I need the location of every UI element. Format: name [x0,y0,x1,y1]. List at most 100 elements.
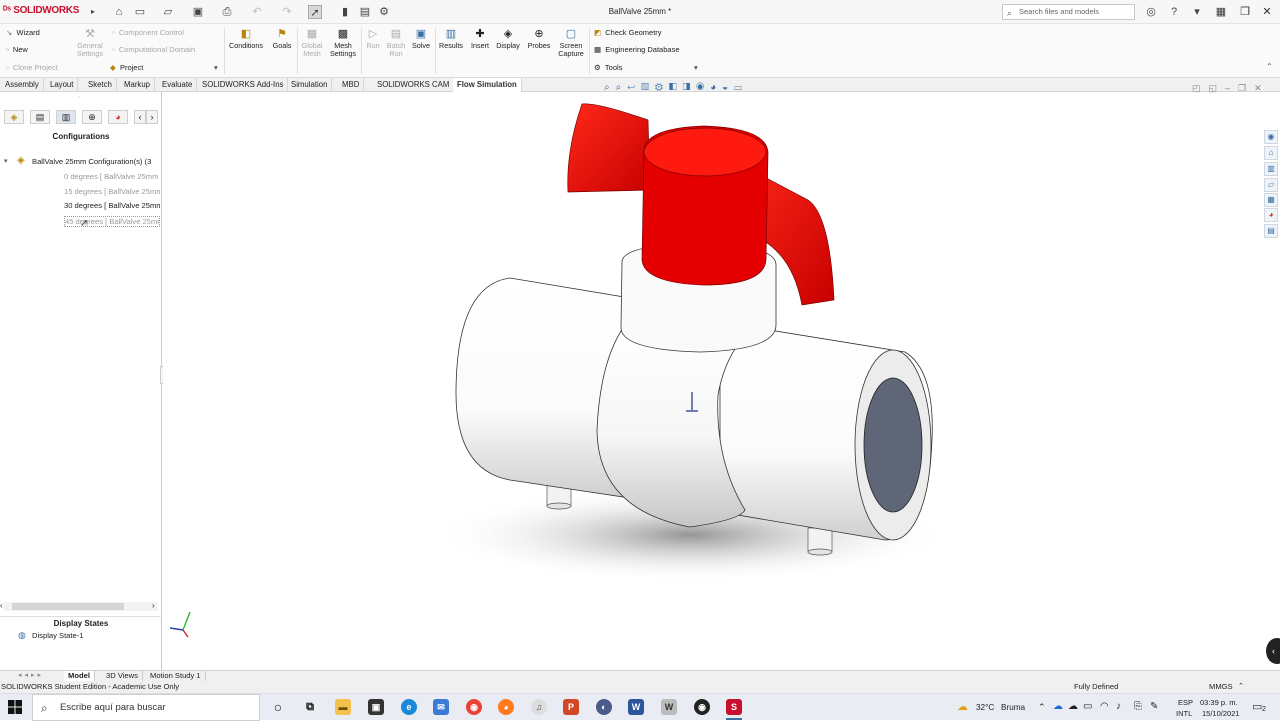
units-chevron-icon[interactable]: ⌃ [1238,681,1244,693]
solidworks-app-icon[interactable]: S [726,699,742,715]
property-manager-tab-icon[interactable]: ▤ [30,110,50,124]
search-input[interactable]: ⌕ Search files and models [1002,4,1135,20]
project-dropdown[interactable]: ◆ Project ▾ [110,63,218,72]
tab-sketch[interactable]: Sketch [84,78,117,92]
mesh-settings-button[interactable]: ▩ Mesh Settings [327,28,359,58]
check-geometry-button[interactable]: ◩ Check Geometry [594,28,662,37]
onedrive-icon[interactable]: ☁ [1053,701,1063,712]
close-window-icon[interactable]: ✕ [1258,3,1276,21]
config-item-15-degrees[interactable]: ⁺⁰✓15 degrees [ BallValve 25mm [64,187,160,196]
config-item-45-degrees[interactable]: ⁺⁰—45 degrees [ BallValve 25mm [64,216,160,227]
status-bar: SOLIDWORKS Student Edition - Academic Us… [0,681,1280,693]
keyboard-layout[interactable]: INTL [1176,709,1192,718]
pen-icon[interactable]: ✎ [1150,701,1158,712]
screen-capture-button[interactable]: ▢ Screen Capture [556,28,586,58]
windows-start-icon[interactable] [8,700,22,714]
panel-grip-icon[interactable]: ◦ [78,95,80,101]
network-icon[interactable]: ◠ [1100,701,1109,712]
language-code[interactable]: ESP [1178,698,1193,707]
help-icon[interactable]: ? [1167,5,1181,19]
obs-app-icon[interactable]: ◉ [694,699,710,715]
dimxpert-tab-icon[interactable]: ⊕ [82,110,102,124]
scroll-right-tab-icon[interactable]: › [146,110,158,124]
hscroll-right-icon[interactable]: › [152,601,155,610]
new-project-button[interactable]: ▫ New [6,45,28,54]
chrome-app-icon[interactable]: ◉ [466,699,482,715]
tab-solidworks-cam[interactable]: SOLIDWORKS CAM [373,78,455,92]
tab-layout[interactable]: Layout [46,78,79,92]
unit-system[interactable]: MMGS [1209,681,1233,693]
tab-assembly[interactable]: Assembly [1,78,44,92]
restore-window-icon[interactable]: ❐ [1236,3,1254,21]
usb-icon[interactable]: ⎘ [1134,701,1142,712]
document-app-icon[interactable]: W [661,699,677,715]
user-account-icon[interactable]: ◎ [1144,5,1158,19]
hscroll-left-icon[interactable]: ‹ [0,601,3,610]
clock-time[interactable]: 03:39 p. m. [1200,698,1238,707]
goals-icon: ⚑ [277,28,287,40]
config-root[interactable]: BallValve 25mm Configuration(s) (3 [32,157,160,166]
configuration-manager-tab-icon[interactable]: ▥ [56,110,76,124]
taskbar-search-input[interactable]: ⌕ Escribe aquí para buscar [32,694,260,721]
powerpoint-app-icon[interactable]: P [563,699,579,715]
media-app-icon[interactable]: ♫ [531,699,547,715]
clone-project-button[interactable]: ▫ Clone Project [6,63,58,72]
display-state-item[interactable]: Display State-1 [32,631,84,640]
notification-icon[interactable]: ▭ [1252,700,1262,713]
word-app-icon[interactable]: W [628,699,644,715]
engineering-database-button[interactable]: ▦ Engineering Database [594,45,680,54]
edge-app-icon[interactable]: e [401,699,417,715]
tile-window-icon[interactable]: ▦ [1212,3,1230,21]
battery-icon[interactable]: ▭ [1083,701,1092,712]
general-settings-button[interactable]: ⚒ General Settings [72,28,108,58]
store-app-icon[interactable]: ▣ [368,699,384,715]
triad-y-axis [182,611,191,631]
display-button[interactable]: ◈ Display [494,28,522,50]
cortana-icon[interactable]: ○ [270,699,286,715]
weather-icon[interactable]: ☁ [957,700,968,713]
weather-temperature[interactable]: 32°C [976,703,994,712]
firefox-app-icon[interactable]: ◕ [498,699,514,715]
horizontal-scrollbar[interactable] [4,602,158,611]
global-mesh-button[interactable]: ▦ Global Mesh [299,28,325,58]
component-control-button[interactable]: ▫ Component Control [112,28,184,37]
run-button[interactable]: ▷ Run [363,28,383,50]
results-button[interactable]: ▥ Results [437,28,465,50]
computational-domain-button[interactable]: ▫ Computational Domain [112,45,195,54]
tab-mbd[interactable]: MBD [338,78,365,92]
probes-button[interactable]: ⊕ Probes [525,28,553,50]
tray-expand-icon[interactable]: ⌃ [1038,702,1046,713]
wizard-button[interactable]: ↘ Wizard [6,28,40,37]
tab-flow-simulation[interactable]: Flow Simulation [453,78,522,92]
goals-button[interactable]: ⚑ Goals [270,28,294,50]
file-explorer-app-icon[interactable]: ▬ [335,699,351,715]
volume-icon[interactable]: ♪ [1116,701,1121,712]
tray-cloud-icon[interactable]: ☁ [1068,701,1078,712]
tab-simulation[interactable]: Simulation [287,78,333,92]
batch-run-button[interactable]: ▤ Batch Run [385,28,407,58]
tab-markup[interactable]: Markup [120,78,155,92]
mail-app-icon[interactable]: ✉ [433,699,449,715]
task-view-icon[interactable]: ⧉ [302,699,318,715]
tab-scroll-arrows-icon[interactable]: ◂◂▸▸ [18,671,44,679]
scroll-left-tab-icon[interactable]: ‹ [134,110,146,124]
config-item-30-degrees-active[interactable]: ⁺⁰✓30 degrees [ BallValve 25mm [64,201,160,210]
solve-button[interactable]: ▣ Solve [409,28,433,50]
conditions-button[interactable]: ◧ Conditions [226,28,266,50]
tools-dropdown[interactable]: ⚙ Tools ▾ [594,63,698,72]
display-manager-tab-icon[interactable]: ◕ [108,110,128,124]
tab-solidworks-addins[interactable]: SOLIDWORKS Add-Ins [198,78,289,92]
weather-description[interactable]: Bruma [1001,703,1025,712]
insert-button[interactable]: ✚ Insert [468,28,492,50]
collapse-ribbon-icon[interactable]: ⌃ [1266,62,1273,71]
edition-text: SOLIDWORKS Student Edition - Academic Us… [1,682,180,691]
clock-date[interactable]: 15/10/2021 [1202,709,1240,718]
scroll-thumb[interactable] [12,603,124,610]
help-menu-chevron-icon[interactable]: ▾ [1190,5,1204,19]
tab-evaluate[interactable]: Evaluate [158,78,198,92]
feature-manager-tab-icon[interactable]: ◈ [4,110,24,124]
ballvalve-3d-model[interactable] [163,92,1280,670]
meeting-app-icon[interactable]: ◐ [596,699,612,715]
tree-expand-icon[interactable]: ▾ [4,157,8,165]
config-item-0-degrees[interactable]: ⁺⁰✓0 degrees [ BallValve 25mm [64,172,160,181]
